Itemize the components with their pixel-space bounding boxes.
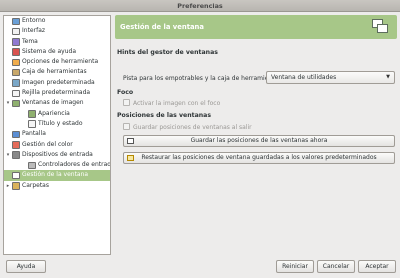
activate-image-focus-label: Activar la imagen con el foco — [133, 99, 221, 107]
sidebar-item-interfaz[interactable]: Interfaz — [4, 26, 110, 36]
preferences-category-tree[interactable]: Entorno Interfaz Tema Sistema de ayuda Opcio… — [3, 15, 111, 255]
title-status-icon — [28, 120, 36, 128]
sidebar-item-ventanas-de-imagen[interactable]: ▾ Ventanas de imagen — [4, 98, 110, 108]
sidebar-item-tema[interactable]: Tema — [4, 37, 110, 47]
help-button-label: Ayuda — [16, 263, 36, 270]
color-management-icon — [12, 141, 20, 149]
sidebar-item-label: Ventanas de imagen — [22, 99, 84, 107]
save-positions-on-exit-label: Guardar posiciones de ventanas al salir — [133, 123, 252, 131]
sidebar-item-label: Pantalla — [22, 130, 46, 138]
page-banner: Gestión de la ventana — [115, 15, 397, 39]
cancel-button[interactable]: Cancelar — [317, 260, 355, 273]
sidebar-item-opciones-de-herramienta[interactable]: Opciones de herramienta — [4, 57, 110, 67]
sidebar-item-imagen-predeterminada[interactable]: Imagen predeterminada — [4, 78, 110, 88]
theme-icon — [12, 38, 20, 46]
folders-icon — [12, 182, 20, 190]
sidebar-item-caja-de-herramientas[interactable]: Caja de herramientas — [4, 67, 110, 77]
input-devices-icon — [12, 151, 20, 159]
save-window-icon — [127, 138, 134, 144]
sidebar-item-label: Opciones de herramienta — [22, 58, 99, 66]
sidebar-item-label: Gestión del color — [22, 140, 73, 148]
expander-open-icon[interactable]: ▾ — [5, 98, 11, 108]
sidebar-item-label: Interfaz — [22, 27, 46, 35]
window-titlebar: Preferencias — [0, 0, 400, 12]
cancel-button-label: Cancelar — [322, 263, 350, 270]
activate-image-focus-checkbox[interactable] — [123, 99, 130, 106]
sidebar-item-label: Sistema de ayuda — [22, 47, 76, 55]
restore-window-icon — [127, 155, 134, 161]
expander-open-icon[interactable]: ▾ — [5, 150, 11, 160]
help-button[interactable]: Ayuda — [6, 260, 46, 273]
sidebar-item-gestion-del-color[interactable]: Gestión del color — [4, 140, 110, 150]
page-title: Gestión de la ventana — [120, 23, 204, 31]
sidebar-item-label: Controladores de entrada — [38, 161, 110, 169]
interface-icon — [12, 27, 20, 36]
reset-button-label: Reiniciar — [282, 263, 308, 270]
default-image-icon — [12, 79, 20, 87]
save-positions-now-button[interactable]: Guardar las posiciones de las ventanas a… — [123, 135, 395, 147]
window-management-icon — [372, 19, 388, 34]
hint-type-value: Ventana de utilidades — [271, 74, 337, 81]
sidebar-item-gestion-de-la-ventana[interactable]: Gestión de la ventana — [4, 170, 110, 181]
help-icon — [12, 48, 20, 56]
sidebar-item-label: Dispositivos de entrada — [22, 150, 93, 158]
sidebar-item-label: Título y estado — [38, 119, 83, 127]
reset-button[interactable]: Reiniciar — [276, 260, 314, 273]
tool-options-icon — [12, 58, 20, 67]
sidebar-item-label: Rejilla predeterminada — [22, 89, 91, 97]
sidebar-item-label: Tema — [22, 37, 38, 45]
sidebar-item-entorno[interactable]: Entorno — [4, 16, 110, 26]
hints-heading: Hints del gestor de ventanas — [117, 49, 218, 56]
grid-icon — [12, 89, 20, 98]
sidebar-item-apariencia[interactable]: Apariencia — [4, 109, 110, 119]
image-windows-icon — [12, 99, 20, 108]
expander-closed-icon[interactable]: ▸ — [5, 181, 11, 191]
sidebar-item-label: Imagen predeterminada — [22, 78, 95, 86]
save-positions-now-label: Guardar las posiciones de las ventanas a… — [190, 137, 328, 144]
sidebar-item-label: Gestión de la ventana — [22, 171, 89, 179]
accept-button-label: Aceptar — [365, 263, 389, 270]
hints-label: Pista para los empotrables y la caja de … — [123, 75, 284, 82]
sidebar-item-label: Entorno — [22, 17, 46, 24]
main-panel: Gestión de la ventana Hints del gestor d… — [115, 15, 397, 255]
accept-button[interactable]: Aceptar — [358, 260, 396, 273]
sidebar-item-label: Apariencia — [38, 109, 70, 117]
sidebar-item-controladores-de-entrada[interactable]: Controladores de entrada — [4, 160, 110, 170]
hint-type-select[interactable]: Ventana de utilidades ▼ — [266, 71, 395, 84]
sidebar-item-carpetas[interactable]: ▸ Carpetas — [4, 181, 110, 191]
sidebar-item-pantalla[interactable]: Pantalla — [4, 129, 110, 139]
chevron-down-icon: ▼ — [386, 74, 390, 80]
input-controllers-icon — [28, 161, 36, 170]
sidebar-item-rejilla-predeterminada[interactable]: Rejilla predeterminada — [4, 88, 110, 98]
preferences-window: Entorno Interfaz Tema Sistema de ayuda Opcio… — [0, 12, 400, 278]
sidebar-item-label: Caja de herramientas — [22, 68, 87, 76]
sidebar-item-label: Carpetas — [22, 181, 49, 189]
focus-heading: Foco — [117, 89, 134, 96]
restore-positions-label: Restaurar las posiciones de ventana guar… — [141, 154, 377, 161]
window-title: Preferencias — [177, 2, 223, 10]
positions-heading: Posiciones de las ventanas — [117, 112, 212, 119]
save-positions-on-exit-checkbox[interactable] — [123, 123, 130, 130]
appearance-icon — [28, 110, 36, 118]
display-icon — [12, 130, 20, 139]
sidebar-item-titulo-y-estado[interactable]: Título y estado — [4, 119, 110, 129]
window-management-icon — [12, 171, 20, 180]
sidebar-item-sistema-de-ayuda[interactable]: Sistema de ayuda — [4, 47, 110, 57]
restore-positions-button[interactable]: Restaurar las posiciones de ventana guar… — [123, 152, 395, 164]
toolbox-icon — [12, 68, 20, 77]
environment-icon — [12, 17, 20, 25]
sidebar-item-dispositivos-de-entrada[interactable]: ▾ Dispositivos de entrada — [4, 150, 110, 160]
